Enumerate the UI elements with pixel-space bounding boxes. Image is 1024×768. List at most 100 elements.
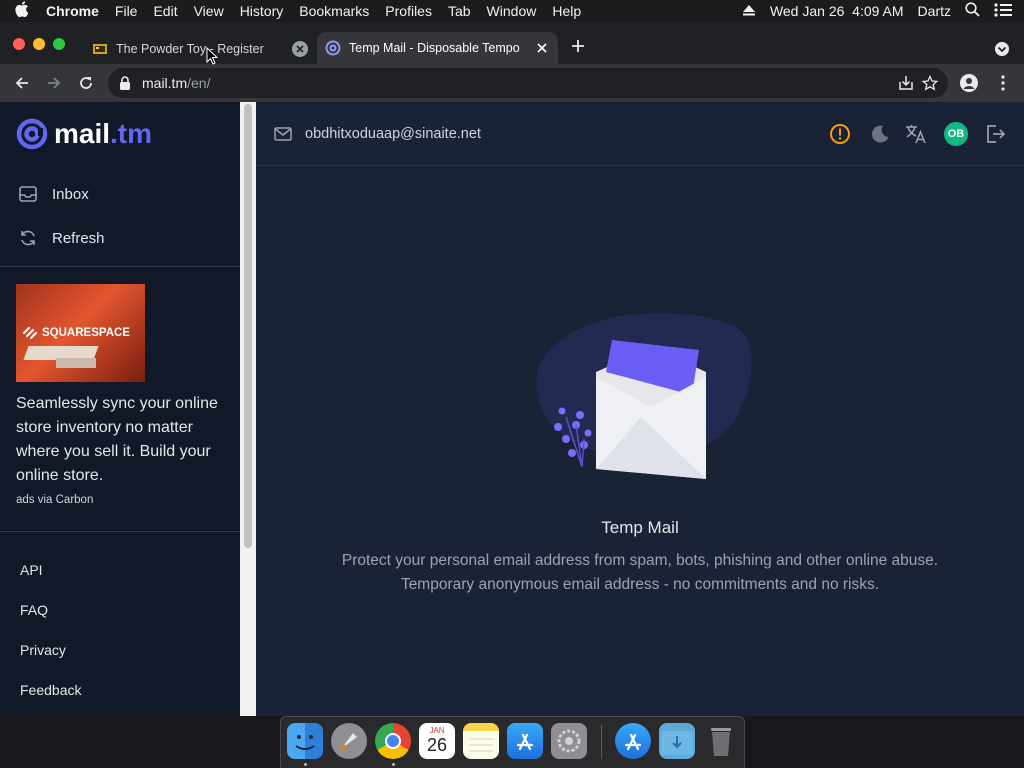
- tab-title: Temp Mail - Disposable Tempo: [349, 41, 520, 55]
- powder-toy-favicon-icon: [92, 41, 108, 57]
- refresh-icon: [21, 230, 35, 246]
- ad-via[interactable]: ads via Carbon: [16, 494, 224, 506]
- tab-temp-mail[interactable]: Temp Mail - Disposable Tempo: [317, 32, 558, 64]
- menu-bookmarks[interactable]: Bookmarks: [291, 3, 377, 19]
- inbox-icon: [19, 186, 37, 202]
- browser-toolbar: mail.tm /en/: [0, 64, 1024, 102]
- carbon-ad[interactable]: SQUARESPACE Seamlessly sync your online …: [16, 284, 224, 506]
- menu-window[interactable]: Window: [479, 3, 545, 19]
- ad-text[interactable]: Seamlessly sync your online store invent…: [16, 392, 224, 488]
- menu-app-name[interactable]: Chrome: [44, 3, 107, 19]
- sidebar-divider: [0, 531, 240, 532]
- link-faq[interactable]: FAQ: [20, 602, 48, 618]
- warning-icon[interactable]: [829, 123, 851, 150]
- app-store-icon[interactable]: [507, 723, 543, 759]
- chrome-dock-icon[interactable]: [375, 723, 411, 759]
- install-app-icon[interactable]: [898, 75, 914, 94]
- window-minimize-button[interactable]: [33, 38, 45, 50]
- menubar-datetime[interactable]: Wed Jan 26 4:09 AM: [770, 3, 904, 19]
- sidebar-item-label: Inbox: [52, 185, 89, 203]
- chrome-menu-icon[interactable]: [996, 75, 1010, 96]
- mail-header: obdhitxoduaap@sinaite.net OB: [256, 102, 1024, 166]
- menu-edit[interactable]: Edit: [145, 3, 185, 19]
- sidebar: mail .tm Inbox Refresh SQUARESPACE Seaml…: [0, 102, 240, 716]
- mailtm-favicon-icon: [325, 40, 341, 56]
- dark-mode-icon[interactable]: [869, 123, 891, 150]
- tab-search-icon[interactable]: [994, 41, 1010, 57]
- sidebar-scrollbar[interactable]: [240, 102, 256, 716]
- tab-close-icon[interactable]: [292, 41, 308, 57]
- finder-icon[interactable]: [287, 723, 323, 759]
- translate-icon[interactable]: [904, 122, 928, 151]
- squarespace-logo-icon: [22, 326, 38, 340]
- avatar-initials: OB: [947, 128, 965, 140]
- tab-powder-toy[interactable]: The Powder Toy - Register: [84, 34, 316, 64]
- window-zoom-button[interactable]: [53, 38, 65, 50]
- scrollbar-thumb[interactable]: [244, 104, 252, 548]
- empty-inbox-illustration: [526, 307, 756, 497]
- main-content: obdhitxoduaap@sinaite.net OB Temp Mail P…: [256, 102, 1024, 716]
- mouse-cursor: [206, 46, 219, 70]
- email-address[interactable]: obdhitxoduaap@sinaite.net: [305, 126, 481, 142]
- bookmark-star-icon[interactable]: [921, 74, 939, 94]
- empty-state-line2: Temporary anonymous email address - no c…: [400, 576, 880, 593]
- running-indicator: [304, 763, 307, 766]
- menubar-user[interactable]: Dartz: [918, 3, 951, 19]
- control-center-icon[interactable]: [994, 2, 1012, 20]
- downloads-folder-icon[interactable]: [659, 723, 695, 759]
- dock-separator: [601, 725, 602, 759]
- url-host: mail.tm: [142, 75, 188, 91]
- spotlight-search-icon[interactable]: [965, 2, 980, 20]
- back-button[interactable]: [6, 67, 38, 99]
- tab-close-icon[interactable]: [534, 40, 550, 56]
- launchpad-icon[interactable]: [331, 723, 367, 759]
- sidebar-divider: [0, 266, 240, 267]
- link-feedback[interactable]: Feedback: [20, 682, 81, 698]
- window-close-button[interactable]: [13, 38, 25, 50]
- notes-icon[interactable]: [463, 723, 499, 759]
- new-tab-button[interactable]: [570, 38, 588, 56]
- lock-icon[interactable]: [108, 76, 142, 90]
- tab-title: The Powder Toy - Register: [116, 42, 264, 56]
- ad-image[interactable]: SQUARESPACE: [16, 284, 145, 382]
- menu-history[interactable]: History: [232, 3, 292, 19]
- reload-button[interactable]: [70, 67, 102, 99]
- menu-help[interactable]: Help: [544, 3, 589, 19]
- tab-strip: The Powder Toy - Register Temp Mail - Di…: [0, 22, 1024, 64]
- menu-view[interactable]: View: [186, 3, 232, 19]
- empty-state-title: Temp Mail: [601, 518, 679, 537]
- menu-file[interactable]: File: [107, 3, 146, 19]
- address-bar[interactable]: mail.tm /en/: [108, 68, 948, 98]
- at-logo-icon: [16, 118, 48, 150]
- profile-icon[interactable]: [960, 74, 978, 97]
- menu-profiles[interactable]: Profiles: [377, 3, 440, 19]
- trash-icon[interactable]: [703, 723, 739, 759]
- menu-bar: Chrome File Edit View History Bookmarks …: [0, 0, 1024, 22]
- logout-icon[interactable]: [984, 123, 1006, 150]
- sidebar-item-refresh[interactable]: Refresh: [18, 228, 105, 248]
- sidebar-item-label: Refresh: [52, 229, 105, 247]
- logo-text-mail: mail: [54, 118, 111, 149]
- apple-menu-icon[interactable]: [0, 1, 44, 21]
- calendar-month: JAN: [429, 726, 445, 735]
- calendar-icon[interactable]: JAN 26: [419, 723, 455, 759]
- web-page: mail .tm Inbox Refresh SQUARESPACE Seaml…: [0, 102, 1024, 716]
- link-privacy[interactable]: Privacy: [20, 642, 66, 658]
- link-api[interactable]: API: [20, 562, 43, 578]
- url-path: /en/: [187, 75, 211, 91]
- system-preferences-icon[interactable]: [551, 723, 587, 759]
- eject-icon[interactable]: [742, 3, 756, 19]
- empty-state-line1: Protect your personal email address from…: [341, 552, 939, 569]
- running-indicator: [392, 763, 395, 766]
- calendar-day: 26: [426, 735, 448, 755]
- avatar[interactable]: OB: [944, 122, 968, 146]
- ad-brand: SQUARESPACE: [42, 327, 130, 339]
- app-store-downloads-icon[interactable]: [615, 723, 651, 759]
- envelope-icon: [274, 126, 292, 147]
- forward-button[interactable]: [38, 67, 70, 99]
- logo-text-tm: .tm: [110, 118, 153, 149]
- menu-tab[interactable]: Tab: [440, 3, 479, 19]
- sidebar-item-inbox[interactable]: Inbox: [18, 184, 89, 204]
- mailtm-logo[interactable]: mail .tm: [16, 118, 152, 150]
- dock: JAN 26: [280, 716, 745, 768]
